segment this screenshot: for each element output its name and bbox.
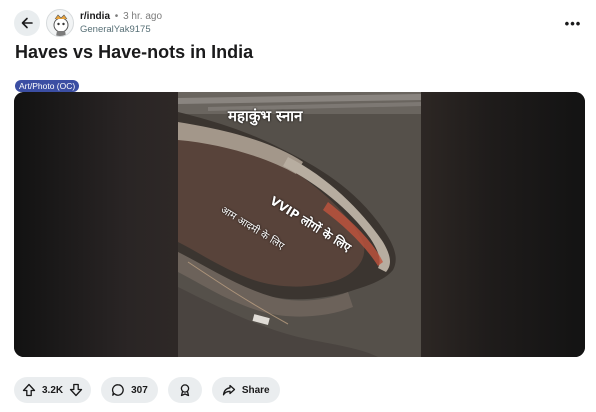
post-title: Haves vs Have-nots in India (15, 42, 254, 62)
back-arrow-icon (20, 16, 34, 30)
vote-score: 3.2K (42, 384, 64, 396)
back-button[interactable] (14, 10, 40, 36)
share-icon (222, 383, 236, 397)
post-time: 3 hr. ago (123, 11, 163, 22)
more-options-icon: ••• (564, 15, 582, 31)
meta-separator: • (114, 11, 119, 22)
post-flair[interactable]: Art/Photo (OC) (15, 80, 80, 92)
vote-control: 3.2K (14, 377, 92, 403)
comment-icon (111, 383, 125, 397)
subreddit-link[interactable]: r/india (80, 11, 110, 22)
share-button[interactable]: Share (211, 377, 280, 403)
subreddit-avatar[interactable] (46, 9, 74, 37)
media-blur-left (14, 92, 178, 357)
award-icon (178, 383, 192, 397)
post-actions: 3.2K 307 Share (14, 377, 280, 403)
comment-count: 307 (131, 384, 148, 396)
post-media[interactable]: महाकुंभ स्नान VVIP लोगों के लिए आम आदमी … (14, 92, 585, 357)
downvote-icon[interactable] (69, 383, 83, 397)
author-link[interactable]: GeneralYak9175 (80, 24, 162, 36)
share-label: Share (241, 384, 270, 396)
more-options-button[interactable]: ••• (562, 12, 584, 34)
upvote-icon[interactable] (22, 383, 36, 397)
media-blur-right (421, 92, 585, 357)
comments-button[interactable]: 307 (101, 377, 158, 403)
award-button[interactable] (167, 377, 202, 403)
post-meta: r/india • 3 hr. ago GeneralYak9175 (80, 11, 162, 36)
aerial-photo: महाकुंभ स्नान VVIP लोगों के लिए आम आदमी … (178, 92, 421, 357)
caption-mahakumbh: महाकुंभ स्नान (228, 107, 303, 125)
subreddit-avatar-icon (47, 14, 73, 36)
